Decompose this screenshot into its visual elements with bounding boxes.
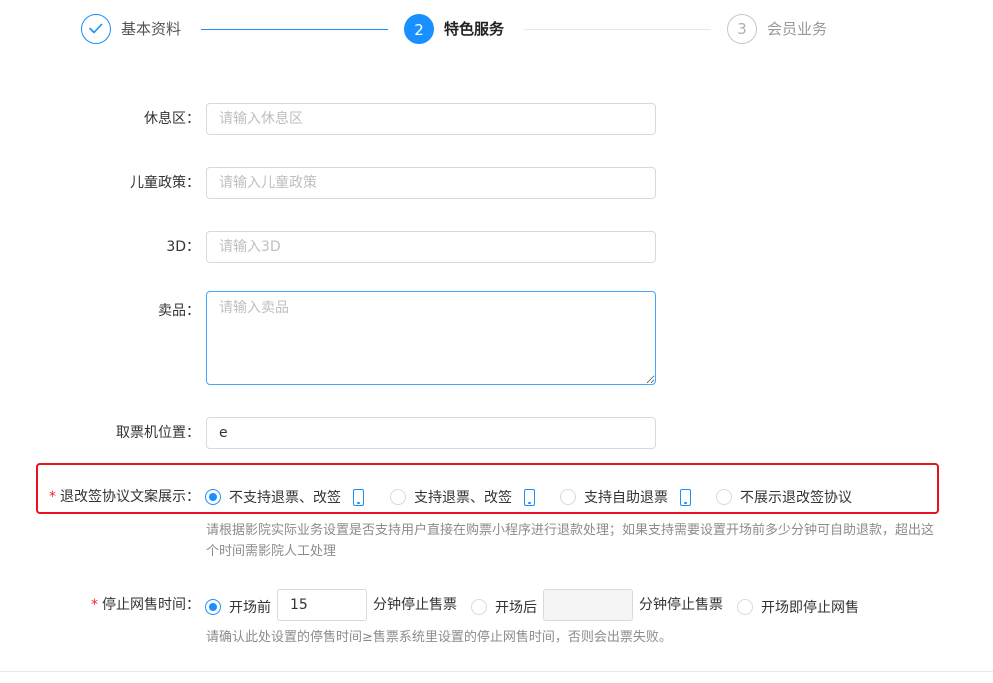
child-policy-input[interactable] <box>206 167 656 199</box>
refund-option-self-refund[interactable]: 支持自助退票 <box>560 487 691 507</box>
step-3-title[interactable]: 会员业务 <box>767 19 827 39</box>
step-3-number[interactable]: 3 <box>727 14 757 44</box>
stop-sale-label: * 停止网售时间： <box>91 597 200 613</box>
stop-sale-after-unit: 分钟停止售票 <box>639 597 723 613</box>
refund-policy-label: * 退改签协议文案展示： <box>49 489 200 505</box>
step-1-check-icon <box>81 14 111 44</box>
refund-policy-radio-group: 不支持退票、改签 支持退票、改签 支持自助退票 不展示退改签协议 <box>205 487 852 507</box>
radio-button[interactable] <box>471 599 487 615</box>
radio-button[interactable] <box>205 489 221 505</box>
stop-sale-option-immediate[interactable]: 开场即停止网售 <box>737 597 859 617</box>
required-mark: * <box>49 489 56 505</box>
stop-sale-before-unit: 分钟停止售票 <box>373 597 457 613</box>
radio-button[interactable] <box>205 599 221 615</box>
steps-bar: 基本资料 2 特色服务 3 会员业务 <box>0 0 993 60</box>
refund-option-support-refund[interactable]: 支持退票、改签 <box>390 487 535 507</box>
rest-area-label: 休息区： <box>144 111 200 127</box>
step-2-number[interactable]: 2 <box>404 14 434 44</box>
radio-button[interactable] <box>716 489 732 505</box>
phone-preview-icon[interactable] <box>353 488 364 506</box>
three-d-input[interactable] <box>206 231 656 263</box>
refund-option-no-refund[interactable]: 不支持退票、改签 <box>205 487 364 507</box>
phone-preview-icon[interactable] <box>680 488 691 506</box>
step-2-connector <box>524 29 711 30</box>
stop-sale-hint: 请确认此处设置的停售时间≥售票系统里设置的停止网售时间，否则会出票失败。 <box>206 630 672 645</box>
radio-button[interactable] <box>560 489 576 505</box>
stop-sale-option-before[interactable]: 开场前 <box>205 597 271 617</box>
bottom-divider <box>0 671 993 672</box>
refund-policy-hint: 请根据影院实际业务设置是否支持用户直接在购票小程序进行退款处理；如果支持需要设置… <box>206 523 935 559</box>
snacks-textarea[interactable] <box>206 291 656 385</box>
stop-sale-option-after[interactable]: 开场后 <box>471 597 537 617</box>
refund-option-hide[interactable]: 不展示退改签协议 <box>716 487 852 507</box>
step-1-connector <box>201 29 388 30</box>
ticket-machine-input[interactable] <box>206 417 656 449</box>
child-policy-label: 儿童政策： <box>130 175 200 191</box>
required-mark: * <box>91 597 98 613</box>
rest-area-input[interactable] <box>206 103 656 135</box>
stop-sale-before-minutes-input[interactable] <box>277 589 367 621</box>
step-2-title[interactable]: 特色服务 <box>444 19 504 39</box>
radio-button[interactable] <box>737 599 753 615</box>
radio-button[interactable] <box>390 489 406 505</box>
three-d-label: 3D： <box>166 239 200 255</box>
ticket-machine-label: 取票机位置： <box>116 425 200 441</box>
phone-preview-icon[interactable] <box>524 488 535 506</box>
step-1-title[interactable]: 基本资料 <box>121 19 181 39</box>
snacks-label: 卖品： <box>158 303 200 319</box>
stop-sale-after-minutes-input[interactable] <box>543 589 633 621</box>
